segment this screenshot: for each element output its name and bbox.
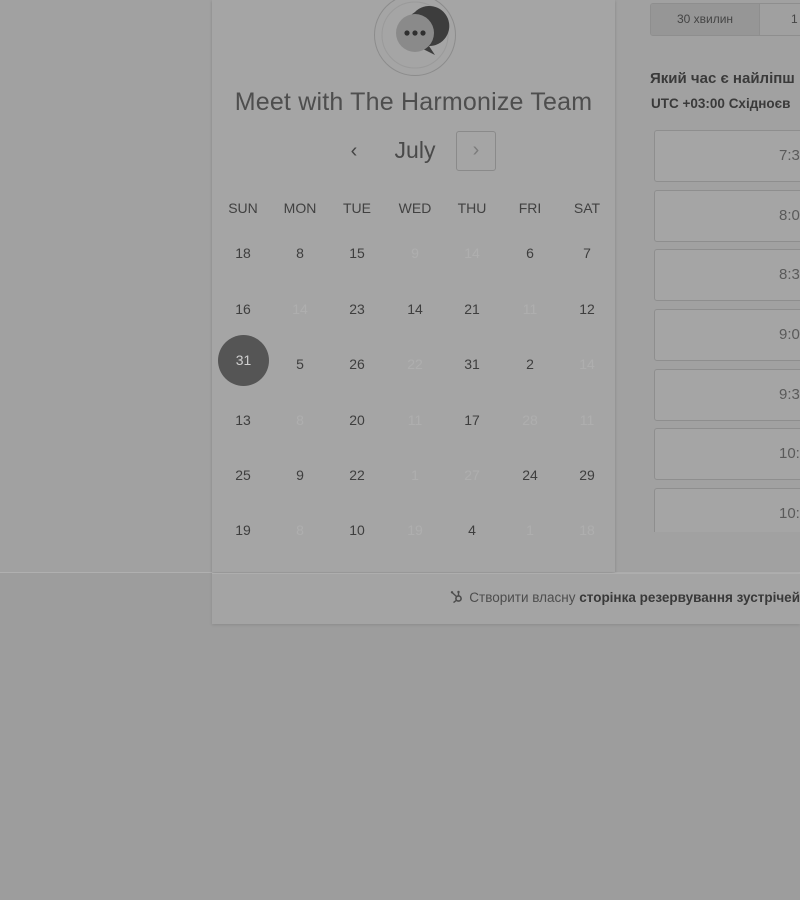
calendar-day[interactable]: 23 bbox=[328, 301, 386, 317]
weekday-label: SAT bbox=[573, 200, 601, 216]
timezone-selector[interactable]: UTC +03:00 Східноєв bbox=[651, 96, 790, 111]
page-title: Meet with The Harmonize Team bbox=[234, 88, 593, 116]
calendar-day[interactable]: 8 bbox=[271, 245, 329, 261]
calendar-day-disabled: 11 bbox=[522, 301, 538, 317]
footer-link[interactable]: Створити власну сторінка резервування зу… bbox=[450, 590, 800, 605]
calendar-day[interactable]: 18 bbox=[214, 245, 272, 261]
weekday-label: MON bbox=[283, 200, 317, 216]
calendar-day[interactable]: 6 bbox=[501, 245, 559, 261]
calendar-day[interactable]: 20 bbox=[328, 412, 386, 428]
footer-text-bold: сторінка резервування зустрічей bbox=[579, 590, 800, 605]
month-label: July bbox=[394, 137, 436, 163]
duration-tab-next[interactable]: 1 bbox=[761, 4, 800, 35]
calendar-day-disabled: 1 bbox=[526, 522, 534, 538]
time-slot[interactable]: 9:3 bbox=[654, 369, 800, 421]
calendar-day[interactable]: 5 bbox=[271, 356, 329, 372]
time-slot[interactable]: 10: bbox=[654, 428, 800, 480]
calendar-day-disabled: 14 bbox=[292, 301, 308, 317]
calendar-week-row: 13 8 20 11 17 28 11 bbox=[214, 400, 616, 455]
calendar-day-disabled: 14 bbox=[464, 245, 480, 261]
calendar-day[interactable]: 13 bbox=[214, 412, 272, 428]
calendar-day-disabled: 11 bbox=[579, 412, 595, 428]
time-slot-label: 8:0 bbox=[779, 207, 800, 224]
calendar-day[interactable]: 25 bbox=[214, 467, 272, 483]
host-avatar bbox=[374, 0, 456, 76]
time-slot-label: 10: bbox=[779, 445, 800, 462]
calendar-day-disabled: 18 bbox=[579, 522, 595, 538]
calendar-week-row: 16 14 23 14 21 11 12 bbox=[214, 289, 616, 344]
calendar-day-selected[interactable]: 31 bbox=[218, 335, 269, 386]
calendar-day-disabled: 1 bbox=[411, 467, 419, 483]
calendar-day[interactable]: 2 bbox=[501, 356, 559, 372]
time-slot-list: 7:3 8:0 8:3 9:0 9:3 10: 10: bbox=[654, 130, 800, 532]
calendar-day-disabled: 27 bbox=[464, 467, 480, 483]
duration-tab-30[interactable]: 30 хвилин bbox=[651, 4, 760, 35]
time-slot[interactable]: 8:0 bbox=[654, 190, 800, 242]
weekday-label: FRI bbox=[518, 200, 542, 216]
calendar-day-disabled: 19 bbox=[407, 522, 423, 538]
calendar-day[interactable]: 12 bbox=[558, 301, 616, 317]
time-slot[interactable]: 10: bbox=[654, 488, 800, 532]
footer-bar: Створити власну сторінка резервування зу… bbox=[212, 573, 800, 624]
weekday-label: THU bbox=[457, 200, 487, 216]
time-slot[interactable]: 7:3 bbox=[654, 130, 800, 182]
time-slot-label: 7:3 bbox=[779, 147, 800, 164]
calendar-week-row: 19 8 10 19 4 1 18 bbox=[214, 510, 616, 565]
calendar-day[interactable]: 4 bbox=[443, 522, 501, 538]
time-slot[interactable]: 9:0 bbox=[654, 309, 800, 361]
calendar-day[interactable]: 26 bbox=[328, 356, 386, 372]
calendar-day[interactable]: 31 bbox=[443, 356, 501, 372]
calendar-day[interactable]: 19 bbox=[214, 522, 272, 538]
calendar-day-disabled: 8 bbox=[296, 522, 304, 538]
calendar-week-row: 25 9 22 1 27 24 29 bbox=[214, 455, 616, 510]
calendar-day-disabled: 8 bbox=[296, 412, 304, 428]
calendar-day[interactable]: 15 bbox=[328, 245, 386, 261]
calendar-day[interactable]: 24 bbox=[501, 467, 559, 483]
time-slot-label: 9:3 bbox=[779, 386, 800, 403]
time-slot[interactable]: 8:3 bbox=[654, 249, 800, 301]
time-slot-label: 8:3 bbox=[779, 266, 800, 283]
footer-text-prefix: Створити власну bbox=[469, 590, 576, 605]
time-slot-label: 9:0 bbox=[779, 326, 800, 343]
calendar-day[interactable]: 16 bbox=[214, 301, 272, 317]
time-question: Який час є найліпш bbox=[650, 70, 795, 87]
calendar-day-disabled: 22 bbox=[407, 356, 423, 372]
calendar-day[interactable]: 9 bbox=[271, 467, 329, 483]
chat-bubble-icon bbox=[381, 1, 450, 69]
duration-tabs: 30 хвилин 1 bbox=[650, 3, 800, 36]
calendar-day-disabled: 28 bbox=[522, 412, 538, 428]
prev-month-button[interactable]: ‹ bbox=[340, 137, 368, 165]
calendar-day[interactable]: 10 bbox=[328, 522, 386, 538]
calendar-day[interactable]: 22 bbox=[328, 467, 386, 483]
calendar-day[interactable]: 14 bbox=[386, 301, 444, 317]
calendar-day-disabled: 14 bbox=[579, 356, 595, 372]
weekday-label: SUN bbox=[228, 200, 258, 216]
calendar-day[interactable]: 17 bbox=[443, 412, 501, 428]
calendar-week-row: 18 8 15 9 14 6 7 bbox=[214, 233, 616, 288]
timezone-offset: UTC +03:00 bbox=[651, 96, 725, 111]
calendar-day[interactable]: 29 bbox=[558, 467, 616, 483]
calendar-day[interactable]: 7 bbox=[558, 245, 616, 261]
weekday-header: SUN MON TUE WED THU FRI SAT bbox=[214, 198, 616, 218]
calendar-day-disabled: 9 bbox=[411, 245, 419, 261]
next-month-button[interactable]: › bbox=[456, 131, 496, 171]
weekday-label: WED bbox=[398, 200, 432, 216]
calendar-day-disabled: 11 bbox=[407, 412, 423, 428]
timezone-name: Східноєв bbox=[728, 96, 791, 111]
hubspot-sprocket-icon bbox=[450, 590, 462, 604]
calendar-day[interactable]: 21 bbox=[443, 301, 501, 317]
weekday-label: TUE bbox=[343, 200, 371, 216]
time-slot-label: 10: bbox=[779, 505, 800, 522]
calendar-week-row: 31 5 26 22 31 2 14 bbox=[214, 335, 616, 399]
